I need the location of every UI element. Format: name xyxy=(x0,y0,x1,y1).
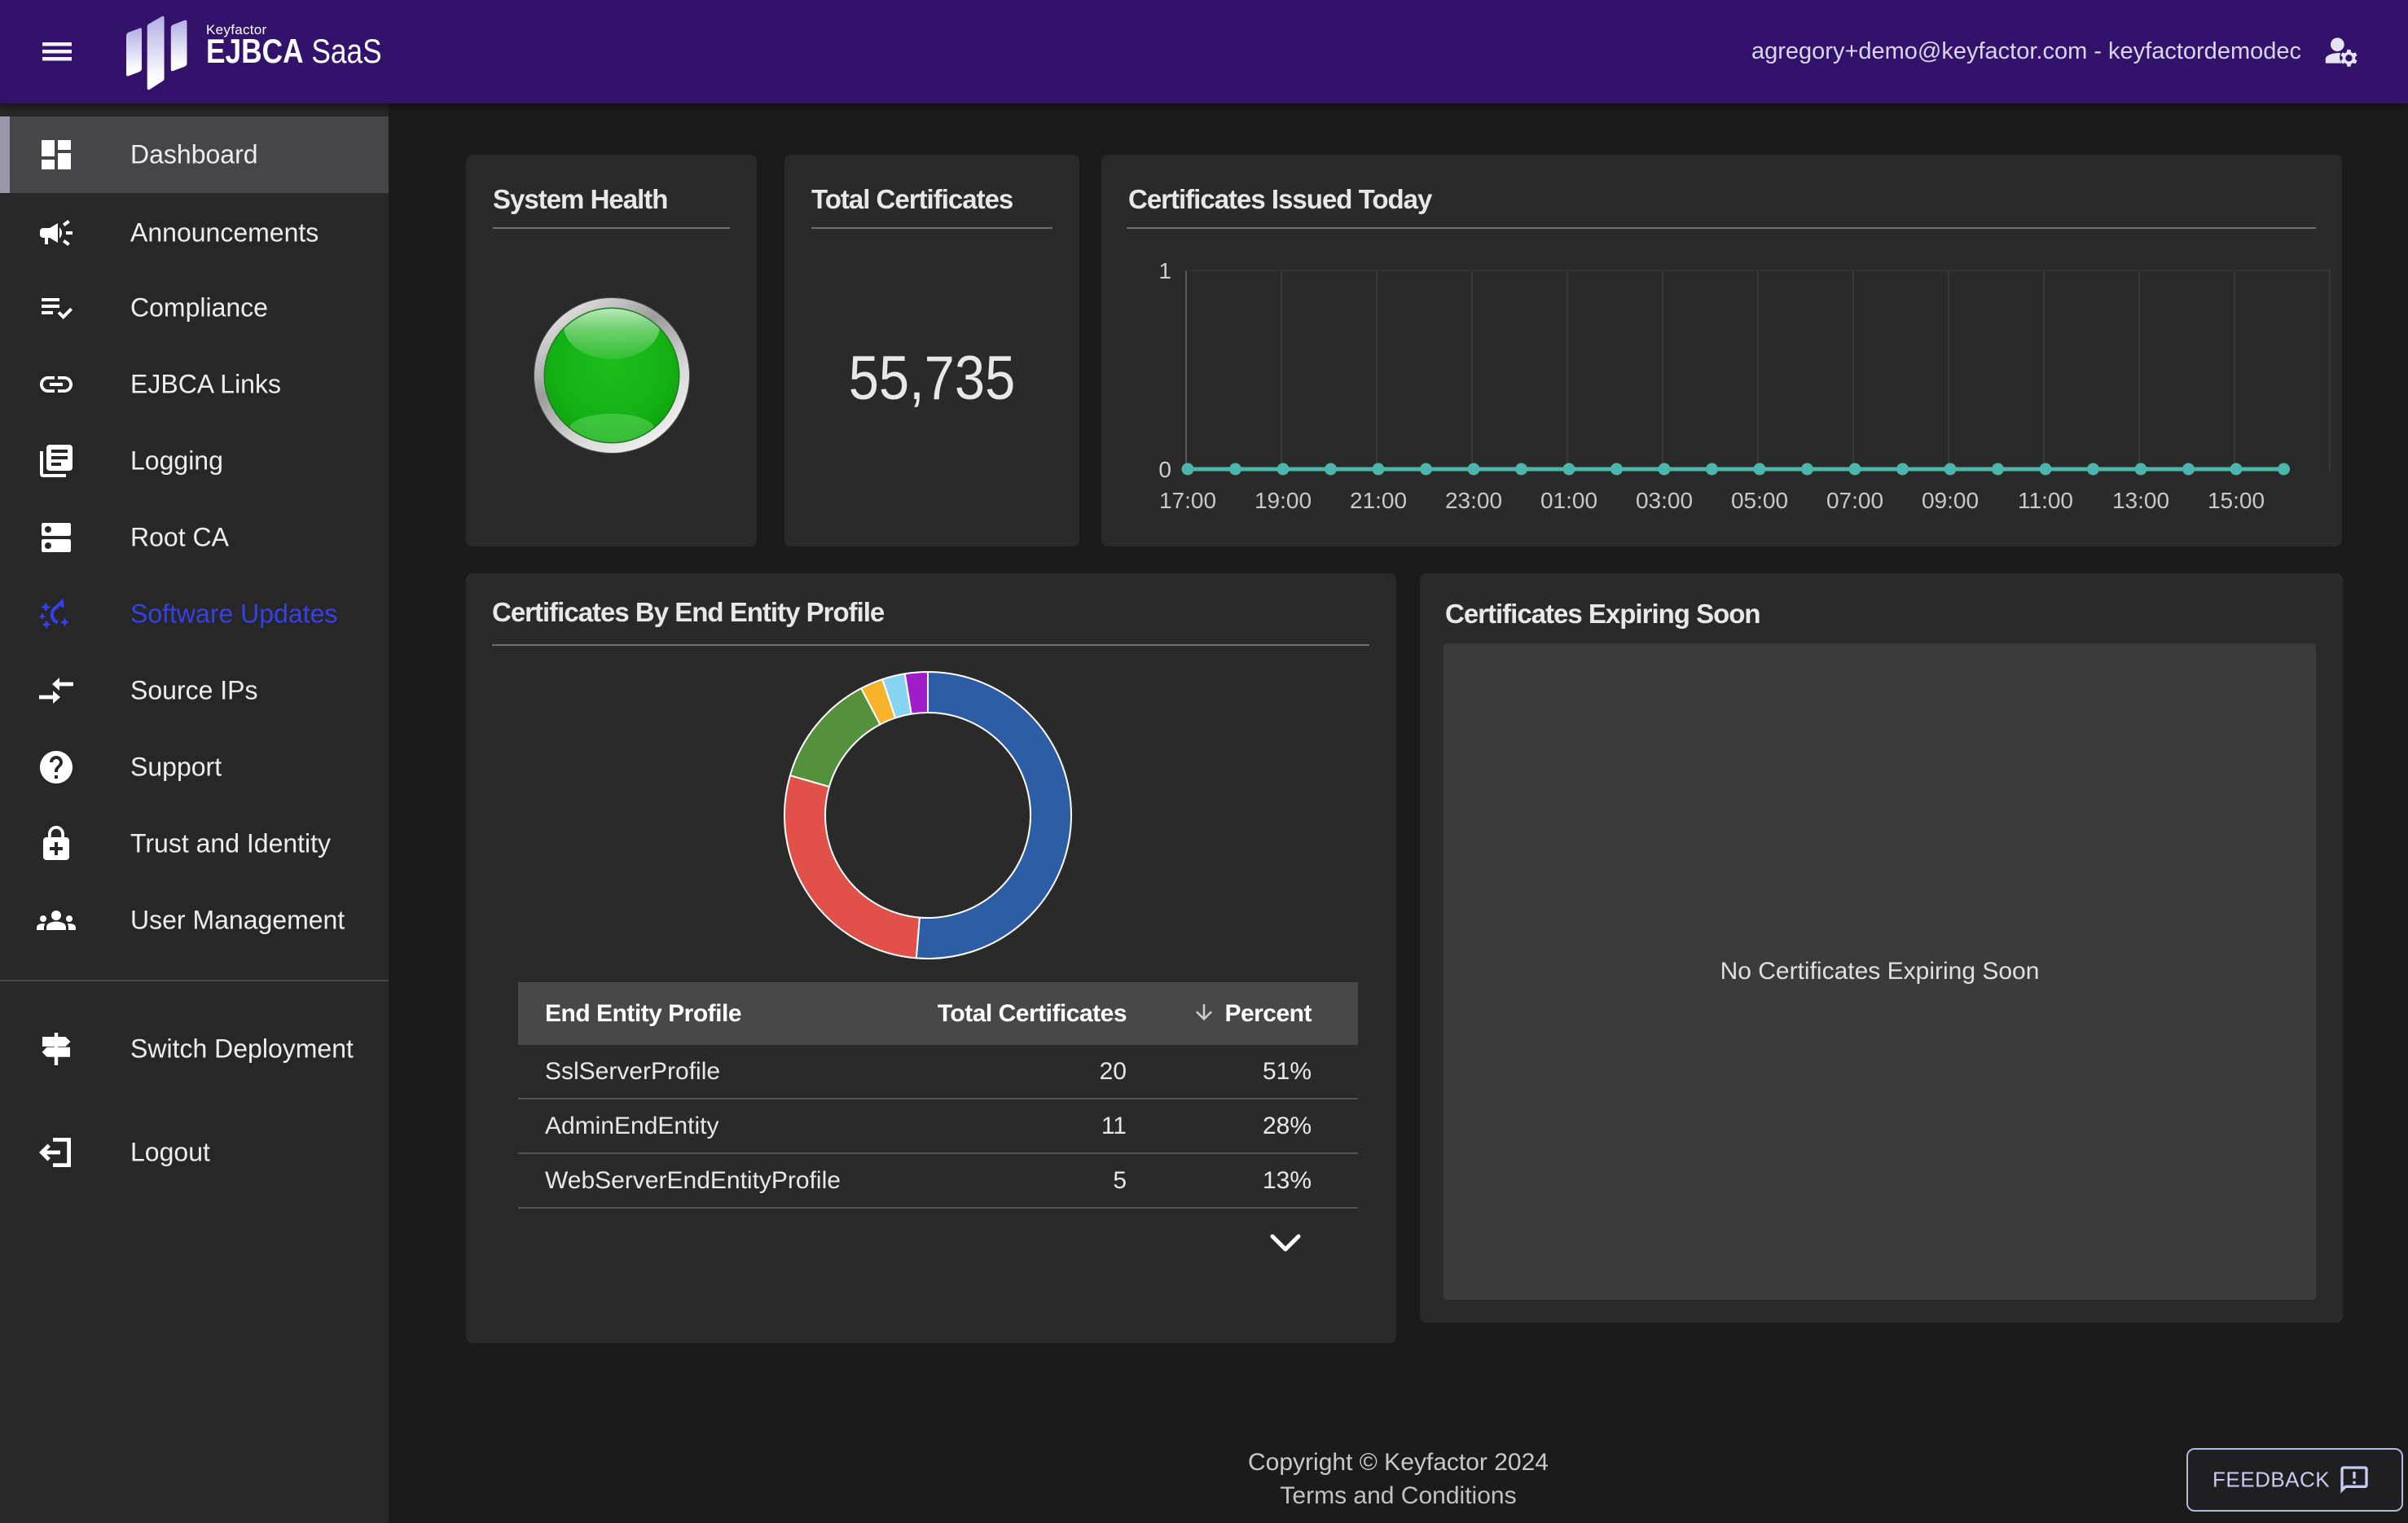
svg-text:19:00: 19:00 xyxy=(1255,488,1312,513)
svg-text:15:00: 15:00 xyxy=(2208,488,2265,513)
svg-text:0: 0 xyxy=(1158,457,1171,482)
svg-text:01:00: 01:00 xyxy=(1540,488,1597,513)
svg-text:17:00: 17:00 xyxy=(1159,488,1216,513)
svg-text:23:00: 23:00 xyxy=(1445,488,1502,513)
svg-text:1: 1 xyxy=(1158,258,1171,283)
svg-text:11:00: 11:00 xyxy=(2018,488,2073,513)
svg-text:13:00: 13:00 xyxy=(2112,488,2169,513)
svg-text:05:00: 05:00 xyxy=(1731,488,1788,513)
svg-text:03:00: 03:00 xyxy=(1636,488,1693,513)
svg-text:07:00: 07:00 xyxy=(1826,488,1883,513)
svg-text:09:00: 09:00 xyxy=(1922,488,1979,513)
svg-text:21:00: 21:00 xyxy=(1350,488,1407,513)
